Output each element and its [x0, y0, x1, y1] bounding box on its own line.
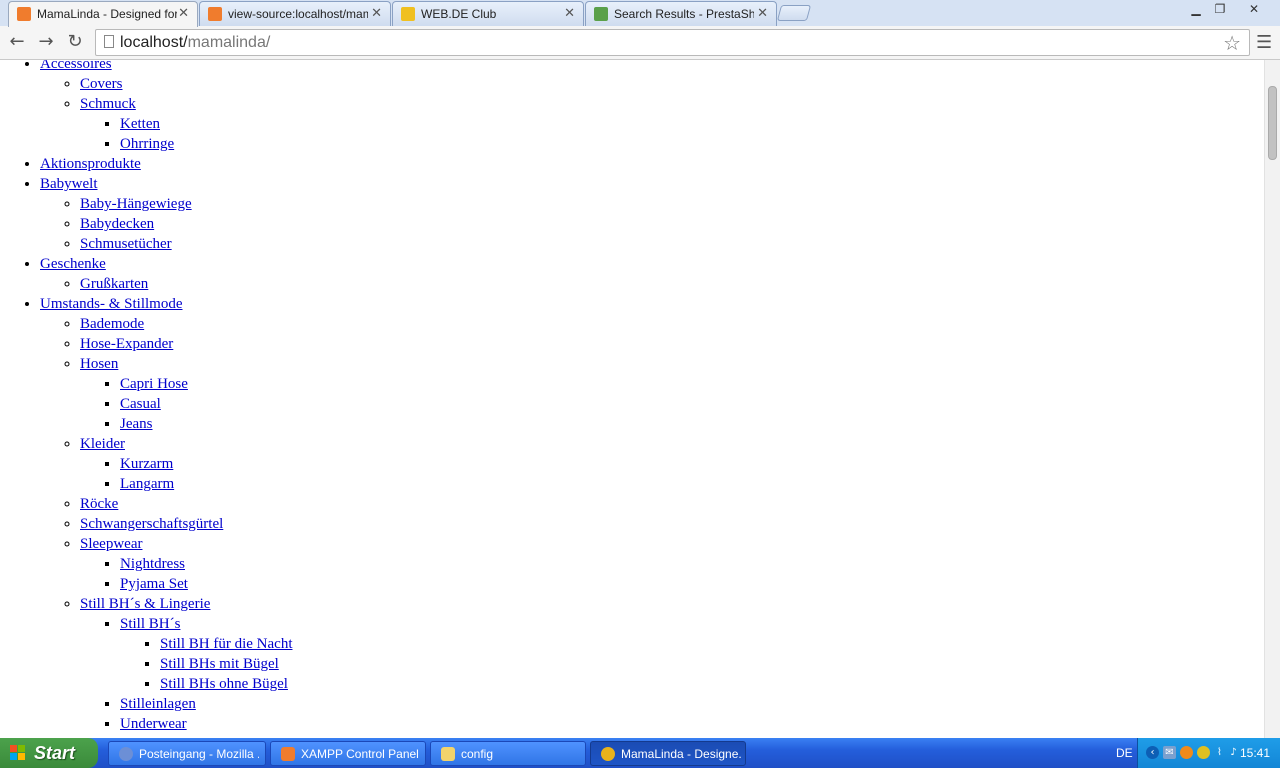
- category-tree: Accessoires Covers Schmuck Ketten Ohrrin…: [0, 60, 292, 734]
- new-tab-button[interactable]: [776, 5, 812, 21]
- thunderbird-icon: [119, 747, 133, 761]
- taskbar-button-chrome[interactable]: MamaLinda - Designe...: [590, 741, 746, 766]
- browser-toolbar: ← → ↻ localhost/mamalinda/ ☆ ☰: [0, 26, 1280, 60]
- volume-icon[interactable]: ♪: [1227, 746, 1240, 759]
- category-link[interactable]: Still BHs mit Bügel: [160, 656, 279, 672]
- close-icon[interactable]: ✕: [564, 5, 575, 21]
- tab-title: WEB.DE Club: [421, 7, 497, 21]
- taskbar-button-label: XAMPP Control Panel ...: [301, 747, 421, 761]
- scrollbar-thumb[interactable]: [1268, 86, 1277, 160]
- category-link[interactable]: Babywelt: [40, 176, 98, 192]
- category-link[interactable]: Capri Hose: [120, 376, 188, 392]
- network-icon[interactable]: ⌇: [1213, 746, 1226, 759]
- category-link[interactable]: Stilleinlagen: [120, 696, 196, 712]
- mail-icon[interactable]: ✉: [1163, 746, 1176, 759]
- taskbar-button-label: MamaLinda - Designe...: [621, 747, 741, 761]
- tab-title: Search Results - PrestaShop: [614, 7, 754, 21]
- category-link[interactable]: Still BH´s & Lingerie: [80, 596, 210, 612]
- category-link[interactable]: Umstands- & Stillmode: [40, 296, 183, 312]
- taskbar-button-config[interactable]: config: [430, 741, 586, 766]
- category-link[interactable]: Pyjama Set: [120, 576, 188, 592]
- category-link[interactable]: Kurzarm: [120, 456, 173, 472]
- xampp-icon: [281, 747, 295, 761]
- page-icon: [104, 35, 114, 48]
- category-link[interactable]: Casual: [120, 396, 161, 412]
- close-icon[interactable]: ✕: [757, 5, 768, 21]
- url-text[interactable]: localhost/mamalinda/: [120, 34, 270, 52]
- tab-view-source[interactable]: view-source:localhost/mamal ✕: [199, 1, 391, 26]
- folder-icon: [441, 747, 455, 761]
- close-icon[interactable]: ✕: [178, 5, 189, 21]
- tab-title: MamaLinda - Designed for Mo: [37, 7, 177, 21]
- category-link[interactable]: Schwangerschaftsgürtel: [80, 516, 223, 532]
- start-label: Start: [34, 743, 76, 763]
- webde-icon: [401, 7, 415, 21]
- tab-strip: MamaLinda - Designed for Mo ✕ view-sourc…: [0, 0, 1280, 27]
- restore-icon[interactable]: ❐: [1208, 0, 1232, 18]
- category-link[interactable]: Jeans: [120, 416, 153, 432]
- back-icon[interactable]: ←: [6, 31, 28, 53]
- tab-prestashop[interactable]: Search Results - PrestaShop ✕: [585, 1, 777, 26]
- windows-logo-icon: [10, 745, 26, 761]
- category-link[interactable]: Röcke: [80, 496, 118, 512]
- category-link[interactable]: Kleider: [80, 436, 125, 452]
- category-link[interactable]: Babydecken: [80, 216, 154, 232]
- category-link[interactable]: Still BH´s: [120, 616, 180, 632]
- tab-title: view-source:localhost/mamal: [228, 7, 368, 21]
- chrome-icon: [601, 747, 615, 761]
- page-content: Accessoires Covers Schmuck Ketten Ohrrin…: [0, 60, 1264, 738]
- taskbar-button-label: Posteingang - Mozilla ...: [139, 747, 259, 761]
- vertical-scrollbar[interactable]: [1264, 60, 1280, 738]
- category-link[interactable]: Still BHs ohne Bügel: [160, 676, 288, 692]
- bookmark-star-icon[interactable]: ☆: [1223, 31, 1241, 55]
- taskbar-button-label: config: [461, 747, 494, 761]
- category-link[interactable]: Accessoires: [40, 60, 112, 72]
- category-link[interactable]: Still BH für die Nacht: [160, 636, 292, 652]
- address-bar[interactable]: localhost/mamalinda/ ☆: [95, 29, 1250, 56]
- prestashop-icon: [594, 7, 608, 21]
- tab-webde[interactable]: WEB.DE Club ✕: [392, 1, 584, 26]
- update-icon[interactable]: [1197, 746, 1210, 759]
- xampp-icon: [208, 7, 222, 21]
- chevron-left-icon[interactable]: ‹: [1146, 746, 1159, 759]
- category-link[interactable]: Bademode: [80, 316, 144, 332]
- category-link[interactable]: Nightdress: [120, 556, 185, 572]
- category-link[interactable]: Underwear: [120, 716, 187, 732]
- category-link[interactable]: Hose-Expander: [80, 336, 173, 352]
- category-link[interactable]: Ketten: [120, 116, 160, 132]
- category-link[interactable]: Aktionsprodukte: [40, 156, 141, 172]
- tab-mamalinda[interactable]: MamaLinda - Designed for Mo ✕: [8, 1, 198, 27]
- clock: 15:41: [1240, 746, 1271, 760]
- category-link[interactable]: Hosen: [80, 356, 118, 372]
- category-link[interactable]: Grußkarten: [80, 276, 148, 292]
- taskbar-button-thunderbird[interactable]: Posteingang - Mozilla ...: [108, 741, 266, 766]
- xampp-icon: [17, 7, 31, 21]
- category-link[interactable]: Baby-Hängewiege: [80, 196, 192, 212]
- category-link[interactable]: Ohrringe: [120, 136, 174, 152]
- taskbar-button-xampp[interactable]: XAMPP Control Panel ...: [270, 741, 426, 766]
- language-indicator[interactable]: DE: [1116, 746, 1133, 760]
- start-button[interactable]: Start: [0, 738, 98, 768]
- forward-icon[interactable]: →: [35, 31, 57, 53]
- taskbar: Start Posteingang - Mozilla ... XAMPP Co…: [0, 738, 1280, 768]
- menu-icon[interactable]: ☰: [1256, 32, 1272, 53]
- avast-icon[interactable]: [1180, 746, 1193, 759]
- category-link[interactable]: Langarm: [120, 476, 174, 492]
- category-link[interactable]: Geschenke: [40, 256, 106, 272]
- category-link[interactable]: Sleepwear: [80, 536, 142, 552]
- window-close-icon[interactable]: ✕: [1242, 0, 1266, 18]
- category-link[interactable]: Schmuck: [80, 96, 136, 112]
- reload-icon[interactable]: ↻: [64, 31, 86, 53]
- close-icon[interactable]: ✕: [371, 5, 382, 21]
- category-link[interactable]: Schmusetücher: [80, 236, 172, 252]
- minimize-icon[interactable]: ▁: [1184, 0, 1208, 18]
- category-link[interactable]: Covers: [80, 76, 123, 92]
